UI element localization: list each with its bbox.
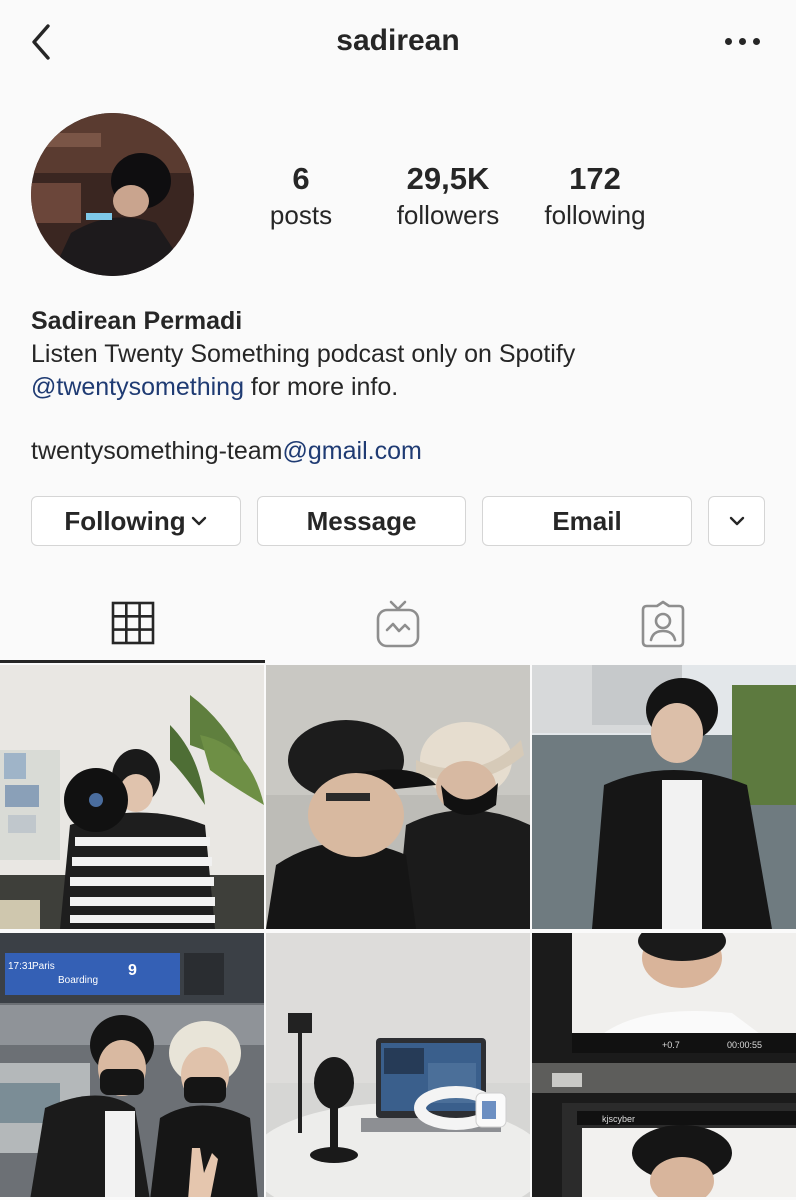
bio-mention-link[interactable]: @twentysomething <box>31 373 244 401</box>
grid-icon <box>111 601 154 644</box>
monitor-brand: kjscyber <box>602 1114 635 1124</box>
followers-count: 29,5K <box>406 161 490 196</box>
igtv-icon <box>376 600 419 648</box>
monitor-time2: 00:00:55 <box>727 1040 762 1050</box>
profile-actions: Following Message Email <box>31 496 766 548</box>
following-stat[interactable]: 172 following <box>515 160 675 232</box>
profile-bio: Sadirean Permadi Listen Twenty Something… <box>31 305 771 468</box>
more-horizontal-icon[interactable] <box>725 38 760 45</box>
chevron-down-icon <box>191 516 206 526</box>
message-button[interactable]: Message <box>257 496 466 546</box>
profile-username: sadirean <box>336 24 460 57</box>
bio-email-domain[interactable]: @gmail.com <box>283 437 422 465</box>
tagged-person-icon <box>641 600 684 648</box>
email-button-label: Email <box>552 505 622 536</box>
post-thumbnail[interactable] <box>266 665 530 929</box>
board-city: Paris <box>32 961 55 972</box>
following-count: 172 <box>569 161 621 196</box>
bio-email-user: twentysomething-team <box>31 437 283 465</box>
tab-grid[interactable] <box>0 585 265 663</box>
following-label: following <box>544 200 646 230</box>
profile-stats: 6 posts 29,5K followers 172 following <box>0 160 796 240</box>
suggested-dropdown-button[interactable] <box>708 496 765 546</box>
followers-stat[interactable]: 29,5K followers <box>368 160 528 232</box>
following-button-label: Following <box>64 505 186 536</box>
full-name: Sadirean Permadi <box>31 307 243 335</box>
post-thumbnail[interactable]: +0.7 00:00:55 kjscyber <box>532 933 796 1197</box>
bio-email[interactable]: twentysomething-team@gmail.com <box>31 435 771 468</box>
board-time: 17:31 <box>8 961 33 972</box>
message-button-label: Message <box>306 505 417 536</box>
bio-line-1: Listen Twenty Something podcast only on … <box>31 340 576 368</box>
profile-tabs <box>0 585 796 665</box>
bio-line-2: @twentysomething for more info. <box>31 371 771 404</box>
bio-line-2-text: for more info. <box>243 373 399 401</box>
posts-grid: 17:31 Paris Boarding 9 +0.7 00:00:55 kjs… <box>0 665 796 1200</box>
post-photo-canal <box>532 665 796 929</box>
posts-count: 6 <box>292 161 310 196</box>
board-platform: 9 <box>128 962 137 979</box>
email-button[interactable]: Email <box>482 496 692 546</box>
top-bar: sadirean <box>0 0 796 88</box>
posts-stat[interactable]: 6 posts <box>221 160 381 232</box>
following-button[interactable]: Following <box>31 496 241 546</box>
tab-tagged[interactable] <box>530 585 795 663</box>
monitor-time: +0.7 <box>662 1040 680 1050</box>
post-photo-station: 17:31 Paris Boarding 9 <box>0 933 264 1197</box>
post-photo-caps <box>266 665 530 929</box>
posts-label: posts <box>269 200 333 230</box>
post-photo-monitor: +0.7 00:00:55 kjscyber <box>532 933 796 1197</box>
post-thumbnail[interactable] <box>0 665 264 929</box>
post-photo-podcast <box>266 933 530 1197</box>
board-status: Boarding <box>58 975 98 986</box>
post-thumbnail[interactable] <box>532 665 796 929</box>
post-photo-vinyl <box>0 665 264 929</box>
followers-label: followers <box>396 200 500 230</box>
post-thumbnail[interactable] <box>266 933 530 1197</box>
chevron-down-icon <box>729 516 744 526</box>
tab-igtv[interactable] <box>265 585 530 663</box>
post-thumbnail[interactable]: 17:31 Paris Boarding 9 <box>0 933 264 1197</box>
